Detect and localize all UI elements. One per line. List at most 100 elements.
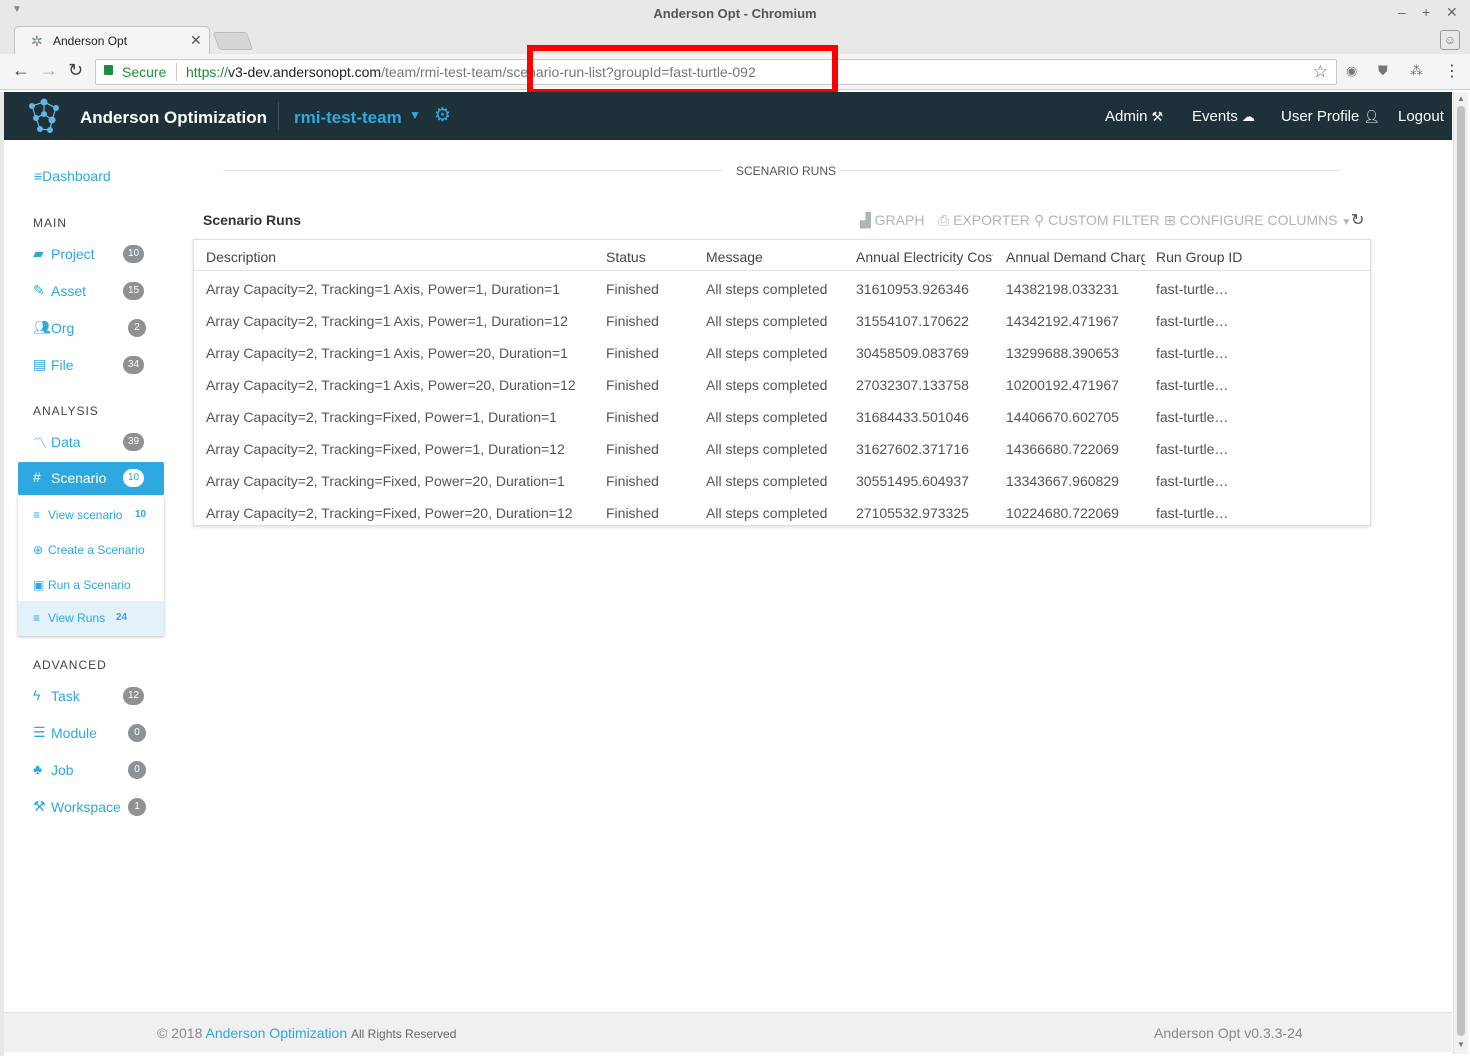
scroll-down-icon[interactable]: ▼ [1457, 1040, 1465, 1049]
nav-events[interactable]: Events ☁ [1192, 108, 1255, 125]
secure-label: Secure [122, 64, 167, 80]
plus-circle-icon: ⊕ [33, 543, 44, 557]
cell-run-group-id: fast-turtle-092 [1156, 473, 1230, 489]
column-header-demand-charge[interactable]: Annual Demand Charge [1006, 249, 1145, 265]
cell-status: Finished [606, 505, 659, 521]
cell-description: Array Capacity=2, Tracking=1 Axis, Power… [206, 281, 561, 297]
maximize-icon[interactable]: + [1422, 4, 1430, 20]
cell-electricity-cost: 27105532.973325 [856, 505, 969, 521]
url-scheme: https:// [186, 64, 229, 80]
printer-icon: ⎙ [938, 212, 950, 228]
exporter-button[interactable]: ⎙ EXPORTER [938, 212, 1030, 229]
custom-filter-button[interactable]: ⚲ CUSTOM FILTER [1034, 212, 1160, 229]
nav-user-profile[interactable]: User Profile 👤︎ [1281, 108, 1380, 125]
custom-filter-label: CUSTOM FILTER [1048, 212, 1160, 228]
cell-run-group-id: fast-turtle-092 [1156, 281, 1230, 297]
sidebar-item-scenario[interactable]: # Scenario 10 [18, 462, 164, 495]
sidebar-item-label: Module [51, 725, 97, 741]
browser-menu-icon[interactable]: ⋮ [1444, 61, 1460, 81]
table-row[interactable]: Array Capacity=2, Tracking=Fixed, Power=… [194, 400, 1370, 432]
sidebar-item-project[interactable]: ▰ Project 10 [18, 238, 164, 270]
team-selector[interactable]: rmi-test-team [294, 108, 402, 128]
page-scrollbar[interactable]: ▲ ▼ [1453, 92, 1468, 1054]
extension-ublock-icon[interactable]: ⛊ [1378, 63, 1388, 79]
table-row[interactable]: Array Capacity=2, Tracking=1 Axis, Power… [194, 272, 1370, 304]
cell-demand-charge: 14342192.471967 [1006, 313, 1119, 329]
column-header-message[interactable]: Message [706, 249, 846, 265]
scrollbar-thumb[interactable] [1457, 106, 1465, 1036]
table-row[interactable]: Array Capacity=2, Tracking=Fixed, Power=… [194, 432, 1370, 464]
network-logo-icon [29, 98, 59, 133]
cell-description: Array Capacity=2, Tracking=Fixed, Power=… [206, 409, 557, 425]
submenu-run-scenario[interactable]: ▣ Run a Scenario [18, 568, 164, 603]
minimize-icon[interactable]: – [1398, 4, 1406, 20]
forward-arrow-icon[interactable]: → [40, 60, 58, 81]
cell-electricity-cost: 31627602.371716 [856, 441, 969, 457]
sidebar-item-module[interactable]: ☰ Module 0 [18, 717, 164, 749]
footer-company-link[interactable]: Anderson Optimization [205, 1025, 347, 1041]
cell-status: Finished [606, 313, 659, 329]
cell-electricity-cost: 31684433.501046 [856, 409, 969, 425]
new-tab-button[interactable] [212, 32, 254, 50]
browser-tab[interactable]: ✲ Anderson Opt ✕ [14, 26, 210, 54]
section-title: Scenario Runs [203, 212, 302, 228]
refresh-icon[interactable]: ↻ [1351, 210, 1364, 230]
cell-status: Finished [606, 281, 659, 297]
cell-status: Finished [606, 441, 659, 457]
submenu-view-scenario[interactable]: ≡ View scenario 10 [18, 498, 164, 533]
page-left-edge [0, 92, 4, 1056]
sidebar-item-file[interactable]: ▤ File 34 [18, 349, 164, 381]
gear-icon[interactable]: ⚙ [434, 104, 451, 127]
sidebar-item-job[interactable]: ♣ Job 0 [18, 754, 164, 786]
reload-icon[interactable]: ↻ [68, 60, 83, 81]
sidebar-item-label: Project [51, 246, 95, 262]
table-row[interactable]: Array Capacity=2, Tracking=1 Axis, Power… [194, 304, 1370, 336]
database-icon: ☰ [33, 724, 46, 740]
table-row[interactable]: Array Capacity=2, Tracking=1 Axis, Power… [194, 336, 1370, 368]
sidebar-item-data[interactable]: 〽 Data 39 [18, 426, 164, 458]
brand-name[interactable]: Anderson Optimization [80, 108, 267, 128]
graph-button[interactable]: ▟ GRAPH [860, 212, 924, 229]
app-favicon-icon: ✲ [31, 33, 43, 49]
sidebar-item-workspace[interactable]: ⚒ Workspace 1 [18, 791, 164, 823]
extension-dots-icon[interactable]: ⁂ [1410, 63, 1423, 79]
sidebar-item-task[interactable]: ϟ Task 12 [18, 680, 164, 712]
bookmark-star-icon[interactable]: ☆ [1313, 62, 1328, 82]
sidebar-item-asset[interactable]: ✎ Asset 15 [18, 275, 164, 307]
table-row[interactable]: Array Capacity=2, Tracking=Fixed, Power=… [194, 496, 1370, 525]
sitemap-icon: ♣ [33, 761, 43, 777]
count-badge: 10 [123, 469, 145, 487]
sidebar-item-org[interactable]: 👥︎ Org 2 [18, 312, 164, 344]
cell-status: Finished [606, 409, 659, 425]
submenu-view-runs[interactable]: ≡ View Runs 24 [18, 601, 164, 636]
submenu-create-scenario[interactable]: ⊕ Create a Scenario [18, 533, 164, 568]
cell-description: Array Capacity=2, Tracking=1 Axis, Power… [206, 345, 568, 361]
table-row[interactable]: Array Capacity=2, Tracking=Fixed, Power=… [194, 464, 1370, 496]
table-header: Description Status Message Annual Electr… [194, 240, 1370, 271]
folder-icon: ▰ [33, 245, 44, 261]
caret-down-icon[interactable]: ▼ [409, 108, 421, 122]
pencil-icon: ✎ [33, 282, 45, 298]
cell-message: All steps completed [706, 505, 828, 521]
column-header-electricity-cost[interactable]: Annual Electricity Cost [856, 249, 993, 265]
count-badge: 34 [123, 356, 145, 374]
table-row[interactable]: Array Capacity=2, Tracking=1 Axis, Power… [194, 368, 1370, 400]
column-header-description[interactable]: Description [206, 249, 596, 265]
column-header-run-group-id[interactable]: Run Group ID [1156, 249, 1296, 265]
configure-columns-button[interactable]: ⊞ CONFIGURE COLUMNS ▼ [1164, 212, 1351, 229]
sidebar-dashboard[interactable]: ≡Dashboard [34, 168, 111, 184]
tab-close-icon[interactable]: ✕ [190, 32, 202, 49]
configure-columns-label: CONFIGURE COLUMNS [1179, 212, 1338, 228]
extension-shield-icon[interactable]: ◉ [1346, 63, 1357, 79]
close-window-icon[interactable]: ✕ [1446, 4, 1458, 21]
column-header-status[interactable]: Status [606, 249, 696, 265]
profile-icon[interactable]: ☺ [1440, 30, 1460, 50]
nav-admin[interactable]: Admin ⚒ [1105, 108, 1163, 125]
nav-logout[interactable]: Logout [1398, 108, 1444, 125]
count-badge: 2 [128, 319, 146, 337]
footer-version: Anderson Opt v0.3.3-24 [1154, 1025, 1303, 1041]
sidebar-item-label: Workspace [51, 799, 121, 815]
caret-down-icon: ▼ [1341, 217, 1352, 228]
scroll-up-icon[interactable]: ▲ [1457, 94, 1465, 103]
back-arrow-icon[interactable]: ← [12, 60, 30, 81]
